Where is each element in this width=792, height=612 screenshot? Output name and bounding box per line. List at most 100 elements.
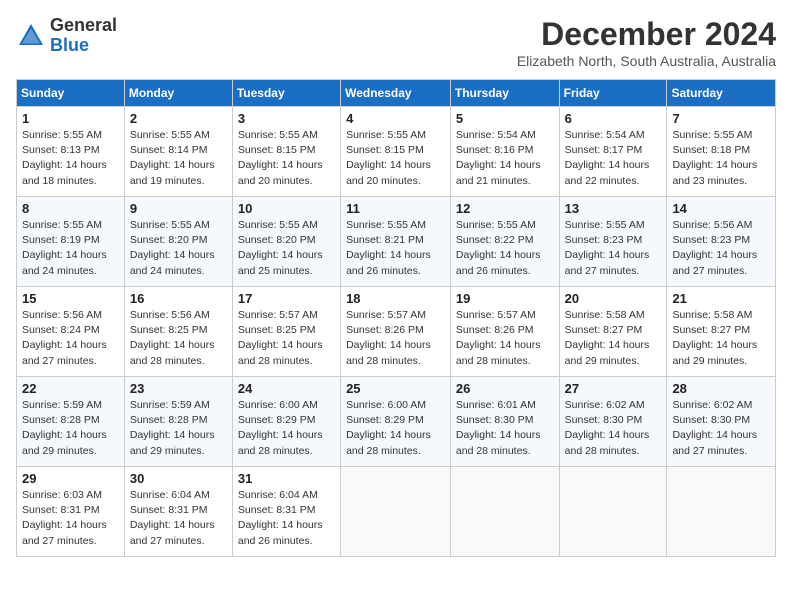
calendar-day-cell <box>341 467 451 557</box>
weekday-header-cell: Thursday <box>450 80 559 107</box>
day-info: Sunrise: 6:01 AMSunset: 8:30 PMDaylight:… <box>456 398 554 459</box>
day-number: 4 <box>346 111 445 126</box>
day-number: 11 <box>346 201 445 216</box>
calendar-day-cell <box>450 467 559 557</box>
calendar-day-cell: 27 Sunrise: 6:02 AMSunset: 8:30 PMDaylig… <box>559 377 667 467</box>
day-info: Sunrise: 5:56 AMSunset: 8:25 PMDaylight:… <box>130 308 227 369</box>
day-info: Sunrise: 6:02 AMSunset: 8:30 PMDaylight:… <box>672 398 770 459</box>
weekday-header-cell: Saturday <box>667 80 776 107</box>
day-number: 12 <box>456 201 554 216</box>
day-number: 9 <box>130 201 227 216</box>
calendar-body: 1 Sunrise: 5:55 AMSunset: 8:13 PMDayligh… <box>17 107 776 557</box>
day-number: 10 <box>238 201 335 216</box>
calendar-day-cell: 3 Sunrise: 5:55 AMSunset: 8:15 PMDayligh… <box>232 107 340 197</box>
day-info: Sunrise: 5:55 AMSunset: 8:15 PMDaylight:… <box>346 128 445 189</box>
day-number: 21 <box>672 291 770 306</box>
day-number: 15 <box>22 291 119 306</box>
calendar-day-cell: 8 Sunrise: 5:55 AMSunset: 8:19 PMDayligh… <box>17 197 125 287</box>
calendar-day-cell: 10 Sunrise: 5:55 AMSunset: 8:20 PMDaylig… <box>232 197 340 287</box>
calendar: SundayMondayTuesdayWednesdayThursdayFrid… <box>16 79 776 557</box>
day-number: 27 <box>565 381 662 396</box>
day-info: Sunrise: 5:59 AMSunset: 8:28 PMDaylight:… <box>130 398 227 459</box>
day-number: 29 <box>22 471 119 486</box>
day-number: 7 <box>672 111 770 126</box>
day-number: 31 <box>238 471 335 486</box>
day-number: 3 <box>238 111 335 126</box>
logo: General Blue <box>16 16 117 56</box>
day-number: 1 <box>22 111 119 126</box>
day-number: 18 <box>346 291 445 306</box>
weekday-header-cell: Tuesday <box>232 80 340 107</box>
day-info: Sunrise: 6:04 AMSunset: 8:31 PMDaylight:… <box>238 488 335 549</box>
day-info: Sunrise: 5:57 AMSunset: 8:26 PMDaylight:… <box>456 308 554 369</box>
day-info: Sunrise: 5:58 AMSunset: 8:27 PMDaylight:… <box>565 308 662 369</box>
calendar-day-cell: 19 Sunrise: 5:57 AMSunset: 8:26 PMDaylig… <box>450 287 559 377</box>
day-info: Sunrise: 5:55 AMSunset: 8:19 PMDaylight:… <box>22 218 119 279</box>
day-info: Sunrise: 6:04 AMSunset: 8:31 PMDaylight:… <box>130 488 227 549</box>
day-number: 19 <box>456 291 554 306</box>
calendar-day-cell: 26 Sunrise: 6:01 AMSunset: 8:30 PMDaylig… <box>450 377 559 467</box>
calendar-day-cell <box>667 467 776 557</box>
calendar-day-cell: 11 Sunrise: 5:55 AMSunset: 8:21 PMDaylig… <box>341 197 451 287</box>
day-info: Sunrise: 6:00 AMSunset: 8:29 PMDaylight:… <box>346 398 445 459</box>
header: General Blue December 2024 Elizabeth Nor… <box>16 16 776 69</box>
day-info: Sunrise: 5:55 AMSunset: 8:20 PMDaylight:… <box>130 218 227 279</box>
day-number: 22 <box>22 381 119 396</box>
day-number: 25 <box>346 381 445 396</box>
day-info: Sunrise: 5:57 AMSunset: 8:25 PMDaylight:… <box>238 308 335 369</box>
logo-icon <box>16 21 46 51</box>
day-number: 13 <box>565 201 662 216</box>
title-area: December 2024 Elizabeth North, South Aus… <box>517 16 776 69</box>
calendar-week-row: 22 Sunrise: 5:59 AMSunset: 8:28 PMDaylig… <box>17 377 776 467</box>
calendar-day-cell: 28 Sunrise: 6:02 AMSunset: 8:30 PMDaylig… <box>667 377 776 467</box>
day-number: 2 <box>130 111 227 126</box>
day-info: Sunrise: 5:54 AMSunset: 8:16 PMDaylight:… <box>456 128 554 189</box>
calendar-day-cell: 17 Sunrise: 5:57 AMSunset: 8:25 PMDaylig… <box>232 287 340 377</box>
day-info: Sunrise: 5:56 AMSunset: 8:23 PMDaylight:… <box>672 218 770 279</box>
day-number: 26 <box>456 381 554 396</box>
calendar-day-cell: 24 Sunrise: 6:00 AMSunset: 8:29 PMDaylig… <box>232 377 340 467</box>
day-number: 17 <box>238 291 335 306</box>
logo-general: General <box>50 15 117 35</box>
weekday-header-cell: Friday <box>559 80 667 107</box>
day-number: 23 <box>130 381 227 396</box>
day-info: Sunrise: 6:02 AMSunset: 8:30 PMDaylight:… <box>565 398 662 459</box>
day-info: Sunrise: 5:56 AMSunset: 8:24 PMDaylight:… <box>22 308 119 369</box>
weekday-header-cell: Monday <box>124 80 232 107</box>
calendar-day-cell: 23 Sunrise: 5:59 AMSunset: 8:28 PMDaylig… <box>124 377 232 467</box>
day-info: Sunrise: 5:55 AMSunset: 8:22 PMDaylight:… <box>456 218 554 279</box>
calendar-day-cell: 6 Sunrise: 5:54 AMSunset: 8:17 PMDayligh… <box>559 107 667 197</box>
calendar-week-row: 8 Sunrise: 5:55 AMSunset: 8:19 PMDayligh… <box>17 197 776 287</box>
day-info: Sunrise: 5:59 AMSunset: 8:28 PMDaylight:… <box>22 398 119 459</box>
day-number: 24 <box>238 381 335 396</box>
calendar-day-cell <box>559 467 667 557</box>
calendar-day-cell: 13 Sunrise: 5:55 AMSunset: 8:23 PMDaylig… <box>559 197 667 287</box>
calendar-day-cell: 25 Sunrise: 6:00 AMSunset: 8:29 PMDaylig… <box>341 377 451 467</box>
calendar-day-cell: 15 Sunrise: 5:56 AMSunset: 8:24 PMDaylig… <box>17 287 125 377</box>
calendar-day-cell: 1 Sunrise: 5:55 AMSunset: 8:13 PMDayligh… <box>17 107 125 197</box>
day-number: 14 <box>672 201 770 216</box>
calendar-day-cell: 9 Sunrise: 5:55 AMSunset: 8:20 PMDayligh… <box>124 197 232 287</box>
day-info: Sunrise: 5:57 AMSunset: 8:26 PMDaylight:… <box>346 308 445 369</box>
calendar-day-cell: 21 Sunrise: 5:58 AMSunset: 8:27 PMDaylig… <box>667 287 776 377</box>
calendar-day-cell: 12 Sunrise: 5:55 AMSunset: 8:22 PMDaylig… <box>450 197 559 287</box>
calendar-week-row: 15 Sunrise: 5:56 AMSunset: 8:24 PMDaylig… <box>17 287 776 377</box>
calendar-day-cell: 31 Sunrise: 6:04 AMSunset: 8:31 PMDaylig… <box>232 467 340 557</box>
day-number: 20 <box>565 291 662 306</box>
logo-blue: Blue <box>50 35 89 55</box>
calendar-day-cell: 7 Sunrise: 5:55 AMSunset: 8:18 PMDayligh… <box>667 107 776 197</box>
calendar-week-row: 29 Sunrise: 6:03 AMSunset: 8:31 PMDaylig… <box>17 467 776 557</box>
calendar-day-cell: 2 Sunrise: 5:55 AMSunset: 8:14 PMDayligh… <box>124 107 232 197</box>
day-info: Sunrise: 5:55 AMSunset: 8:15 PMDaylight:… <box>238 128 335 189</box>
calendar-day-cell: 22 Sunrise: 5:59 AMSunset: 8:28 PMDaylig… <box>17 377 125 467</box>
day-info: Sunrise: 5:58 AMSunset: 8:27 PMDaylight:… <box>672 308 770 369</box>
day-info: Sunrise: 5:54 AMSunset: 8:17 PMDaylight:… <box>565 128 662 189</box>
weekday-header-cell: Wednesday <box>341 80 451 107</box>
day-info: Sunrise: 5:55 AMSunset: 8:21 PMDaylight:… <box>346 218 445 279</box>
day-number: 28 <box>672 381 770 396</box>
calendar-day-cell: 16 Sunrise: 5:56 AMSunset: 8:25 PMDaylig… <box>124 287 232 377</box>
month-title: December 2024 <box>517 16 776 53</box>
day-number: 6 <box>565 111 662 126</box>
logo-text: General Blue <box>50 16 117 56</box>
calendar-day-cell: 5 Sunrise: 5:54 AMSunset: 8:16 PMDayligh… <box>450 107 559 197</box>
